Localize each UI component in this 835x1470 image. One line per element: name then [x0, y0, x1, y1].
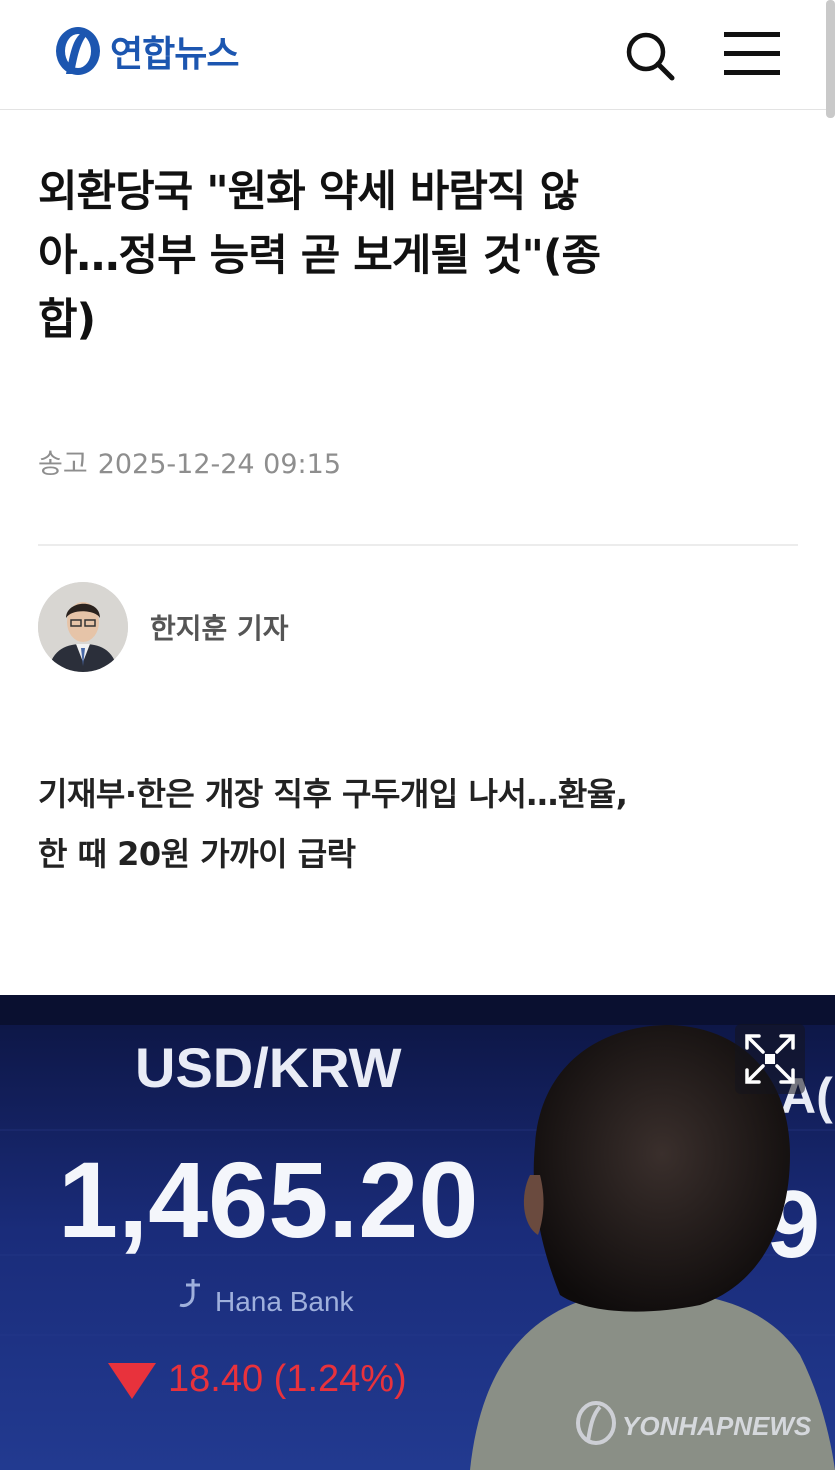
title-line: 외환당국 "원화 약세 바람직 않: [38, 167, 579, 217]
hamburger-menu-icon[interactable]: [722, 28, 782, 80]
subtitle-line: 기재부·한은 개장 직후 구두개입 나서…환율,: [38, 775, 628, 813]
divider: [38, 544, 798, 546]
fullscreen-expand-icon[interactable]: [735, 1024, 805, 1094]
publish-info: 송고 2025-12-24 09:15: [38, 442, 341, 481]
article-title: 외환당국 "원화 약세 바람직 않 아…정부 능력 곧 보게될 것"(종 합): [38, 160, 798, 352]
author-block[interactable]: 한지훈 기자: [38, 582, 289, 672]
title-line: 아…정부 능력 곧 보게될 것"(종: [38, 231, 601, 281]
site-header: 연합뉴스: [0, 0, 835, 110]
sent-label: 송고: [38, 449, 88, 480]
search-icon[interactable]: [622, 28, 678, 84]
logo-text: 연합뉴스: [110, 34, 239, 75]
article-subtitle: 기재부·한은 개장 직후 구두개입 나서…환율, 한 때 20원 가까이 급락: [38, 764, 818, 884]
sent-datetime: 2025-12-24 09:15: [97, 449, 341, 480]
watermark-text: YONHAPNEWS: [622, 1411, 812, 1441]
scrollbar-thumb[interactable]: [826, 0, 835, 118]
rate-value: 1,465.20: [58, 1139, 478, 1260]
bank-name: Hana Bank: [215, 1286, 355, 1317]
subtitle-line: 한 때 20원 가까이 급락: [38, 835, 356, 873]
title-line: 합): [38, 295, 96, 345]
yonhap-logo[interactable]: 연합뉴스: [52, 24, 239, 78]
exchange-rate-board-photo: USD/KRW 1,465.20 Hana Bank 18.40 (1.24%)…: [0, 995, 835, 1470]
yonhap-logo-icon: [56, 27, 100, 75]
article-photo[interactable]: USD/KRW 1,465.20 Hana Bank 18.40 (1.24%)…: [0, 995, 835, 1470]
avatar[interactable]: [38, 582, 128, 672]
board-label: USD/KRW: [135, 1036, 402, 1099]
author-name[interactable]: 한지훈 기자: [150, 607, 289, 647]
rate-change: 18.40 (1.24%): [168, 1358, 407, 1400]
author-photo: [38, 582, 128, 672]
